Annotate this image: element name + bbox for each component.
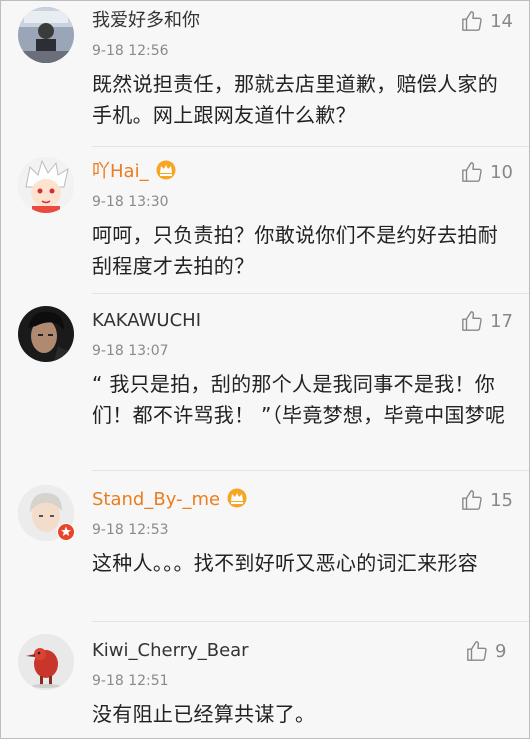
username[interactable]: 我爱好多和你	[92, 9, 200, 33]
thumbs-up-icon	[462, 11, 482, 31]
like-count: 9	[495, 640, 507, 662]
timestamp: 9-18 13:30	[92, 194, 169, 210]
like-button[interactable]: 14	[461, 8, 513, 34]
like-button[interactable]: 15	[461, 487, 513, 513]
crown-icon	[156, 160, 176, 180]
username-text[interactable]: Stand_By-_me	[92, 489, 220, 510]
avatar[interactable]	[18, 634, 74, 690]
avatar[interactable]	[18, 7, 74, 63]
like-count: 15	[490, 489, 513, 511]
thumbs-up-icon	[462, 162, 482, 182]
divider	[92, 146, 529, 147]
thumbs-up-icon	[467, 641, 487, 661]
username[interactable]: 吖Hai_	[92, 160, 177, 184]
timestamp: 9-18 12:53	[92, 522, 169, 538]
comment-text: “ 我只是拍，刮的那个人是我同事不是我！你们！都不许骂我！ ”（毕竟梦想，毕竟中…	[92, 372, 506, 427]
comment-text: 呵呵，只负责拍？你敢说你们不是约好去拍耐刮程度才去拍的？	[92, 223, 498, 278]
timestamp: 9-18 13:07	[92, 343, 169, 359]
username[interactable]: Kiwi_Cherry_Bear	[92, 639, 249, 663]
divider	[92, 470, 529, 471]
like-count: 10	[490, 161, 513, 183]
avatar[interactable]	[18, 306, 74, 362]
thumbs-up-icon	[462, 311, 482, 331]
username-text[interactable]: 吖Hai_	[92, 161, 149, 182]
like-button[interactable]: 17	[461, 308, 513, 334]
avatar[interactable]	[18, 157, 74, 213]
comment-text: 既然说担责任，那就去店里道歉，赔偿人家的手机。网上跟网友道什么歉？	[92, 72, 498, 127]
comment-text: 这种人。。。找不到好听又恶心的词汇来形容	[92, 551, 478, 575]
username[interactable]: KAKAWUCHI	[92, 309, 201, 333]
comment-list: 我爱好多和你 9-18 12:56 既然说担责任，那就去店里道歉，赔偿人家的手机…	[0, 0, 530, 739]
like-count: 17	[490, 310, 513, 332]
like-count: 14	[490, 10, 513, 32]
timestamp: 9-18 12:51	[92, 673, 169, 689]
verified-badge-icon	[57, 523, 75, 541]
timestamp: 9-18 12:56	[92, 43, 169, 59]
comment-text: 没有阻止已经算共谋了。	[92, 702, 316, 726]
like-button[interactable]: 10	[461, 159, 513, 185]
username[interactable]: Stand_By-_me	[92, 488, 248, 512]
thumbs-up-icon	[462, 490, 482, 510]
divider	[92, 621, 529, 622]
crown-icon	[227, 488, 247, 508]
divider	[92, 293, 529, 294]
like-button[interactable]: 9	[466, 638, 513, 664]
